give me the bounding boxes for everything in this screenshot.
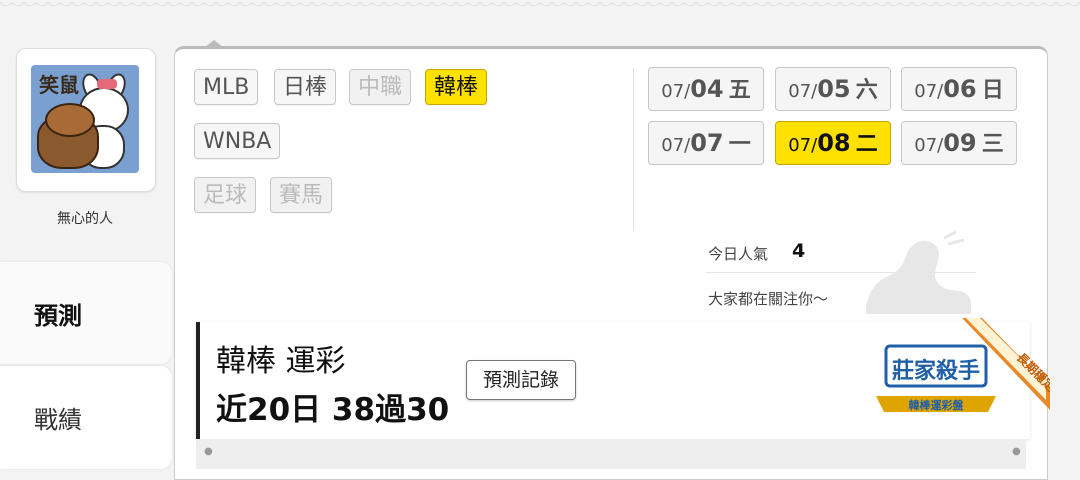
date-0707[interactable]: 07/07 一 (648, 121, 764, 165)
top-wave-border (0, 0, 1080, 10)
badge-sub-text: 韓棒運彩盤 (909, 398, 965, 412)
badge-main-text: 莊家殺手 (892, 358, 980, 384)
category-mlb[interactable]: MLB (194, 69, 259, 105)
ranking-record: 近20日 38過30 (216, 392, 450, 428)
date-0705[interactable]: 07/05 六 (775, 67, 891, 111)
panel-pointer (204, 40, 224, 48)
watermark-logo-icon (866, 230, 971, 314)
footer-corner-icon: ● (1012, 446, 1021, 457)
bow-icon (97, 79, 117, 89)
prediction-history-button[interactable]: 預測記錄 (466, 360, 576, 400)
category-cpbl: 中職 (349, 69, 412, 105)
footer-corner-icon: ● (204, 446, 213, 457)
date-0704[interactable]: 07/04 五 (648, 67, 764, 111)
date-0708[interactable]: 07/08 二 (775, 121, 891, 165)
tab-predict-label: 預測 (34, 302, 82, 330)
avatar-card[interactable]: 笑鼠 (16, 48, 156, 192)
avatar: 笑鼠 (31, 65, 139, 173)
card-footer-bar (196, 440, 1026, 469)
tab-record-label: 戰績 (34, 406, 82, 434)
bookmaker-killer-badge: 長期穩定 莊家殺手 韓棒運彩盤 (876, 318, 1050, 412)
category-kbo[interactable]: 韓棒 (425, 69, 488, 105)
divider (633, 68, 634, 230)
category-horse-racing: 賽馬 (270, 177, 333, 213)
category-soccer: 足球 (194, 177, 257, 213)
popularity-label: 今日人氣 (708, 245, 769, 263)
ranking-title: 韓棒 運彩 (216, 344, 346, 379)
category-npb[interactable]: 日棒 (274, 69, 337, 105)
follow-text: 大家都在關注你～ (708, 290, 829, 308)
popularity-value: 4 (792, 240, 806, 262)
bear-face-icon (45, 103, 95, 137)
tab-record[interactable]: 戰績 (0, 366, 172, 469)
avatar-caption: 笑鼠 (39, 73, 79, 97)
date-0709[interactable]: 07/09 三 (901, 121, 1017, 165)
username: 無心的人 (57, 211, 113, 227)
tab-predict[interactable]: 預測 (0, 262, 172, 364)
stats-divider (706, 272, 976, 273)
category-wnba[interactable]: WNBA (194, 123, 281, 159)
date-0706[interactable]: 07/06 日 (901, 67, 1017, 111)
